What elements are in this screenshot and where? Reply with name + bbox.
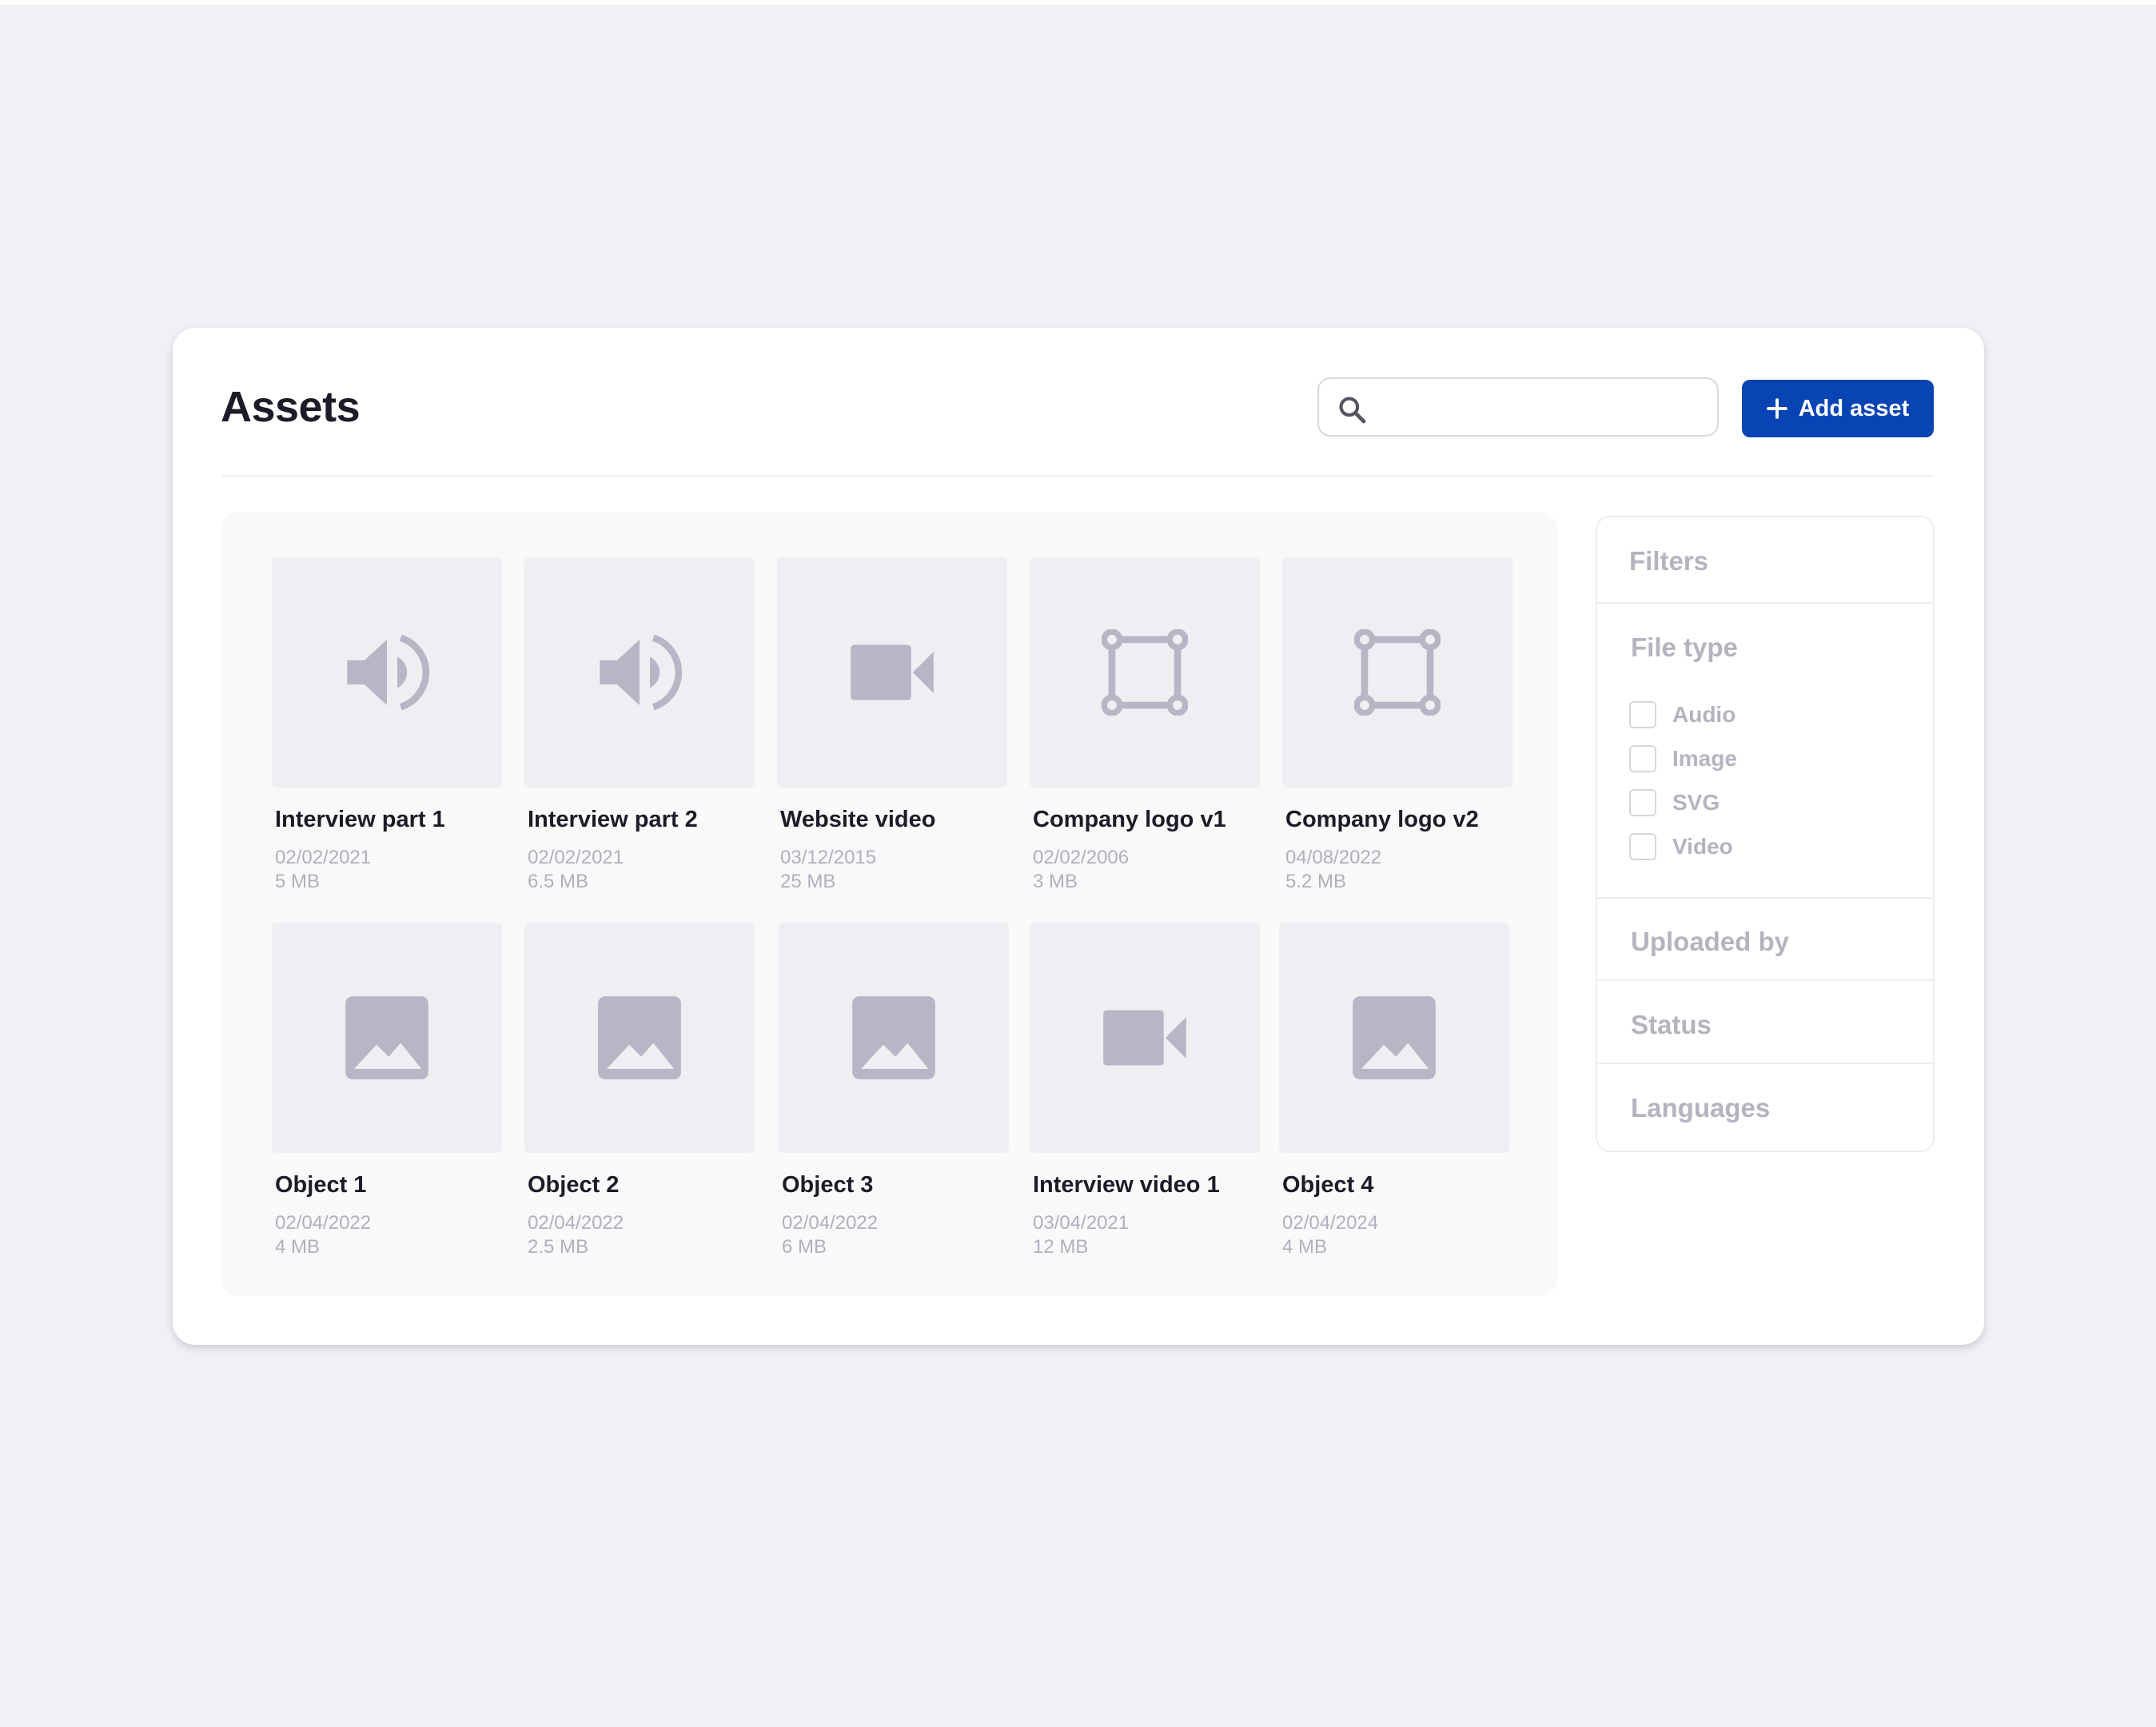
- asset-name: Website video: [780, 807, 936, 832]
- filters-divider: [1597, 1063, 1933, 1064]
- asset-date: 04/08/2022: [1285, 847, 1382, 868]
- asset-thumbnail[interactable]: [524, 557, 755, 788]
- asset-thumbnail[interactable]: [1030, 923, 1260, 1153]
- video-camera-icon: [1103, 1010, 1186, 1066]
- asset-card[interactable]: Company logo v1 02/02/2006 3 MB: [1030, 557, 1260, 894]
- asset-date: 02/04/2022: [275, 1212, 372, 1234]
- asset-date: 02/02/2021: [275, 847, 372, 868]
- asset-name: Company logo v2: [1285, 807, 1479, 832]
- asset-size: 6.5 MB: [528, 871, 589, 892]
- asset-card[interactable]: Interview video 1 03/04/2021 12 MB: [1030, 923, 1260, 1259]
- asset-card[interactable]: Interview part 1 02/02/2021 5 MB: [272, 557, 502, 894]
- asset-size: 5.2 MB: [1285, 871, 1347, 892]
- asset-date: 02/04/2024: [1282, 1212, 1379, 1234]
- filters-divider: [1597, 897, 1933, 899]
- speaker-icon: [347, 634, 430, 711]
- asset-thumbnail[interactable]: [1030, 557, 1260, 788]
- checkbox[interactable]: [1629, 789, 1656, 816]
- asset-name: Interview part 1: [275, 807, 445, 832]
- image-icon: [852, 996, 935, 1079]
- filters-heading: Filters: [1629, 546, 1709, 576]
- filter-option-video[interactable]: Video: [1629, 832, 1733, 862]
- filter-option-label: Audio: [1672, 702, 1736, 727]
- filter-option-svg[interactable]: SVG: [1629, 788, 1720, 818]
- asset-size: 3 MB: [1033, 871, 1078, 892]
- search-input[interactable]: [1381, 387, 1704, 429]
- checkbox[interactable]: [1629, 701, 1656, 728]
- filter-option-label: Video: [1672, 834, 1733, 859]
- image-icon: [598, 996, 681, 1079]
- asset-thumbnail[interactable]: [779, 923, 1009, 1153]
- asset-size: 4 MB: [1282, 1236, 1328, 1258]
- asset-name: Object 4: [1282, 1172, 1374, 1198]
- checkbox[interactable]: [1629, 833, 1656, 860]
- asset-size: 6 MB: [782, 1236, 827, 1258]
- asset-thumbnail[interactable]: [777, 557, 1007, 788]
- asset-thumbnail[interactable]: [1282, 557, 1512, 788]
- asset-date: 03/04/2021: [1033, 1212, 1130, 1234]
- asset-date: 02/02/2006: [1033, 847, 1130, 868]
- filters-divider: [1597, 602, 1933, 604]
- asset-thumbnail[interactable]: [272, 557, 502, 788]
- asset-size: 2.5 MB: [528, 1236, 589, 1258]
- languages-section[interactable]: Languages: [1631, 1093, 1770, 1123]
- asset-thumbnail[interactable]: [1279, 923, 1509, 1153]
- asset-thumbnail[interactable]: [524, 923, 755, 1153]
- filters-divider: [1597, 979, 1933, 981]
- asset-size: 25 MB: [780, 871, 836, 892]
- status-section[interactable]: Status: [1631, 1010, 1712, 1040]
- header-divider: [222, 475, 1933, 477]
- video-camera-icon: [851, 644, 934, 700]
- filters-panel: Filters File type Audio Image SVG Video …: [1596, 516, 1935, 1152]
- asset-size: 12 MB: [1033, 1236, 1089, 1258]
- add-asset-button[interactable]: Add asset: [1742, 380, 1934, 437]
- asset-size: 5 MB: [275, 871, 321, 892]
- file-type-section[interactable]: File type: [1631, 632, 1738, 663]
- asset-thumbnail[interactable]: [272, 923, 502, 1153]
- asset-name: Object 2: [528, 1172, 620, 1198]
- vector-shape-icon: [1354, 629, 1441, 716]
- uploaded-by-section[interactable]: Uploaded by: [1631, 927, 1789, 957]
- plus-icon: [1766, 398, 1787, 419]
- vector-shape-icon: [1102, 629, 1188, 716]
- assets-card: Assets Add asset Interview part 1 02/02/…: [173, 328, 1984, 1345]
- asset-date: 02/04/2022: [782, 1212, 879, 1234]
- asset-card[interactable]: Object 3 02/04/2022 6 MB: [779, 923, 1009, 1259]
- search-icon: [1339, 397, 1366, 424]
- asset-card[interactable]: Company logo v2 04/08/2022 5.2 MB: [1282, 557, 1512, 894]
- asset-date: 02/02/2021: [528, 847, 624, 868]
- filter-option-label: SVG: [1672, 790, 1720, 815]
- top-strip: [0, 0, 2156, 5]
- filter-option-audio[interactable]: Audio: [1629, 700, 1736, 730]
- filter-option-image[interactable]: Image: [1629, 744, 1737, 774]
- page-title: Assets: [221, 383, 361, 431]
- image-icon: [345, 996, 428, 1079]
- filter-option-label: Image: [1672, 746, 1737, 771]
- asset-card[interactable]: Interview part 2 02/02/2021 6.5 MB: [524, 557, 755, 894]
- asset-date: 02/04/2022: [528, 1212, 624, 1234]
- image-icon: [1353, 996, 1436, 1079]
- asset-name: Interview video 1: [1033, 1172, 1220, 1198]
- asset-name: Interview part 2: [528, 807, 698, 832]
- add-asset-label: Add asset: [1798, 395, 1910, 421]
- asset-card[interactable]: Object 1 02/04/2022 4 MB: [272, 923, 502, 1259]
- search-box[interactable]: [1317, 377, 1719, 437]
- asset-card[interactable]: Object 2 02/04/2022 2.5 MB: [524, 923, 755, 1259]
- asset-name: Object 3: [782, 1172, 874, 1198]
- speaker-icon: [600, 634, 683, 711]
- checkbox[interactable]: [1629, 745, 1656, 772]
- asset-date: 03/12/2015: [780, 847, 877, 868]
- asset-size: 4 MB: [275, 1236, 321, 1258]
- asset-name: Company logo v1: [1033, 807, 1226, 832]
- asset-card[interactable]: Object 4 02/04/2024 4 MB: [1279, 923, 1509, 1259]
- asset-card[interactable]: Website video 03/12/2015 25 MB: [777, 557, 1007, 894]
- asset-name: Object 1: [275, 1172, 367, 1198]
- asset-grid: Interview part 1 02/02/2021 5 MB Intervi…: [221, 513, 1557, 1296]
